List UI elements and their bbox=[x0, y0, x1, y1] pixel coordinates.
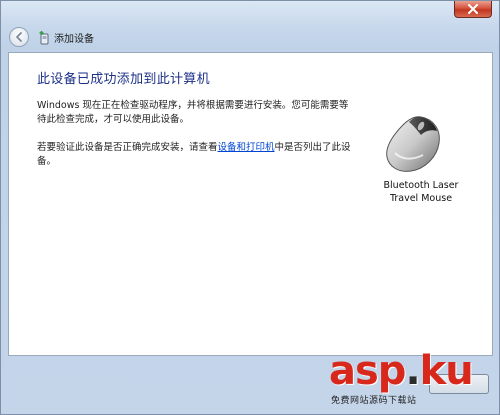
add-device-window: 添加设备 此设备已成功添加到此计算机 Windows 现在正在检查驱动程序，并将… bbox=[0, 0, 500, 415]
window-title: 添加设备 bbox=[54, 33, 94, 45]
success-heading: 此设备已成功添加到此计算机 bbox=[37, 72, 210, 87]
mouse-icon bbox=[386, 116, 440, 172]
content-panel: 此设备已成功添加到此计算机 Windows 现在正在检查驱动程序，并将根据需要进… bbox=[8, 52, 493, 356]
device-add-icon bbox=[38, 30, 50, 45]
watermark-subtitle: 免费网站源码下载站 bbox=[331, 396, 417, 406]
verify-install-text: 若要验证此设备是否正确完成安装，请查看设备和打印机中是否列出了此设备。 bbox=[37, 141, 355, 169]
close-button[interactable] bbox=[454, 1, 492, 18]
device-name-line1: Bluetooth Laser bbox=[383, 180, 459, 191]
back-arrow-icon bbox=[16, 32, 22, 42]
watermark-text: asp.ku bbox=[329, 348, 474, 394]
devices-and-printers-link[interactable]: 设备和打印机 bbox=[218, 142, 275, 153]
close-x-icon bbox=[468, 4, 478, 14]
back-button[interactable] bbox=[9, 27, 29, 47]
device-name-line2: Travel Mouse bbox=[389, 193, 453, 204]
device-name: Bluetooth Laser Travel Mouse bbox=[373, 179, 469, 205]
verify-text-before: 若要验证此设备是否正确完成安装，请查看 bbox=[37, 142, 218, 153]
wizard-header: 添加设备 bbox=[1, 23, 499, 51]
driver-check-text: Windows 现在正在检查驱动程序，并将根据需要进行安装。您可能需要等待此检查… bbox=[37, 100, 349, 125]
watermark-logo: asp.ku 免费网站源码下载站 bbox=[329, 348, 493, 412]
